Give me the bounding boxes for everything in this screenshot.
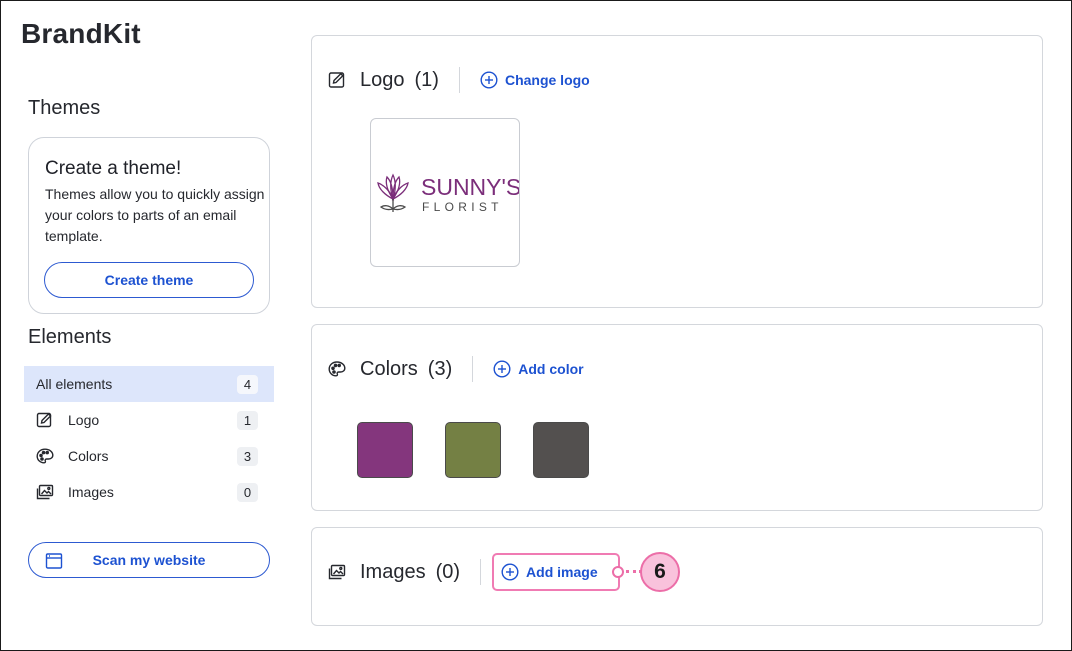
images-icon [36, 484, 54, 500]
scan-website-button[interactable]: Scan my website [28, 542, 270, 578]
divider [472, 356, 474, 382]
callout-step-badge: 6 [640, 552, 680, 592]
sidebar-item-images[interactable]: Images 0 [24, 474, 274, 510]
colors-section-header: Colors (3) Add color [328, 355, 584, 383]
palette-icon [328, 360, 346, 378]
logo-section-count: (1) [414, 68, 439, 91]
add-color-label: Add color [518, 361, 584, 377]
logo-brand-text: SUNNY'S [421, 174, 519, 200]
app-title: BrandKit [21, 18, 141, 49]
sidebar-item-logo[interactable]: Logo 1 [24, 402, 274, 438]
logo-section-card: Logo (1) Change logo SUNNY'S FLORIST [311, 35, 1043, 308]
theme-card-title: Create a theme! [45, 158, 182, 179]
create-theme-button[interactable]: Create theme [44, 262, 254, 298]
palette-icon [36, 448, 54, 464]
sidebar-item-count: 1 [237, 411, 258, 430]
color-swatch[interactable] [357, 422, 413, 478]
callout-connector-dot [612, 566, 624, 578]
color-swatch[interactable] [533, 422, 589, 478]
sidebar-item-label: All elements [36, 376, 113, 392]
color-swatch[interactable] [445, 422, 501, 478]
sidebar-item-count: 3 [237, 447, 258, 466]
divider [480, 559, 482, 585]
sidebar-item-label: Logo [68, 412, 100, 428]
elements-list: All elements 4 Logo 1 Colors 3 Images 0 [24, 366, 274, 510]
create-theme-card: Create a theme! Themes allow you to quic… [28, 137, 270, 314]
images-section-title: Images [360, 560, 426, 583]
logo-section-title: Logo [360, 68, 405, 91]
sidebar-item-label: Images [68, 484, 114, 500]
colors-section-card: Colors (3) Add color [311, 324, 1043, 511]
scan-website-label: Scan my website [92, 552, 206, 568]
plus-circle-icon [480, 71, 498, 89]
change-logo-link[interactable]: Change logo [480, 71, 590, 89]
sidebar-item-count: 4 [237, 375, 258, 394]
sidebar-item-colors[interactable]: Colors 3 [24, 438, 274, 474]
sidebar-item-label: Colors [68, 448, 109, 464]
images-section-count: (0) [435, 560, 461, 583]
themes-heading: Themes [28, 97, 101, 119]
change-logo-label: Change logo [504, 72, 590, 88]
elements-heading: Elements [28, 326, 112, 348]
colors-section-title: Colors [360, 357, 418, 380]
logo-section-header: Logo (1) Change logo [328, 66, 590, 94]
sunnys-florist-logo: SUNNY'S FLORIST [377, 173, 521, 214]
add-color-link[interactable]: Add color [493, 360, 584, 378]
images-icon [328, 563, 346, 581]
edit-square-icon [36, 412, 54, 428]
colors-section-count: (3) [427, 357, 453, 380]
divider [458, 67, 460, 93]
plus-circle-icon [493, 360, 511, 378]
sidebar-item-all-elements[interactable]: All elements 4 [24, 366, 274, 402]
logo-thumbnail[interactable]: SUNNY'S FLORIST [370, 118, 521, 267]
edit-square-icon [328, 71, 346, 89]
callout-highlight-box [492, 553, 620, 591]
theme-card-description: Themes allow you to quickly assign your … [45, 186, 265, 244]
browser-window-icon [45, 552, 63, 570]
sidebar-item-count: 0 [237, 483, 258, 502]
logo-sub-text: FLORIST [422, 200, 503, 214]
